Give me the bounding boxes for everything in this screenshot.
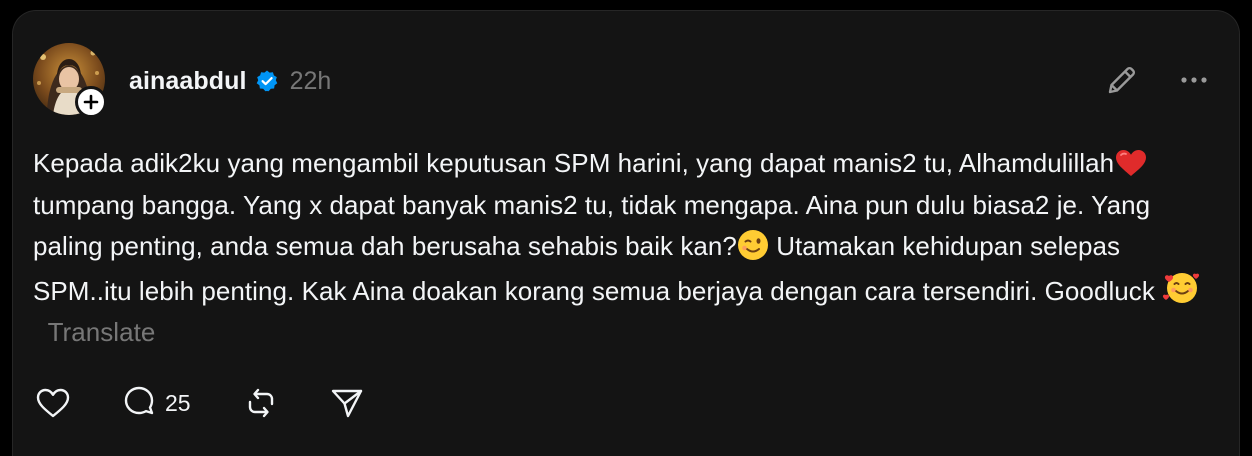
repost-icon [248, 388, 273, 418]
pencil-icon [1108, 66, 1136, 94]
post-actions-bar: 25 [33, 383, 367, 423]
follow-button[interactable] [75, 86, 107, 118]
post-text-part-1: Kepada adik2ku yang mengambil keputusan … [33, 148, 1115, 178]
verified-badge-icon [256, 70, 277, 92]
wink-emoji-icon [737, 230, 768, 260]
smiling-face-with-hearts-emoji-icon [1163, 272, 1200, 303]
like-button[interactable] [33, 383, 73, 423]
plus-icon [83, 94, 99, 110]
send-icon [331, 389, 362, 418]
post-body: Kepada adik2ku yang mengambil keputusan … [33, 143, 1223, 354]
thread-post-card: ainaabdul 22h Kepada adik2ku yang mengam… [12, 10, 1240, 456]
avatar-container [33, 43, 107, 118]
reply-count: 25 [165, 389, 191, 416]
translate-link[interactable]: Translate [48, 317, 156, 347]
heart-emoji-icon [1116, 150, 1147, 176]
more-options-button[interactable] [1179, 67, 1209, 93]
post-header: ainaabdul 22h [129, 65, 331, 97]
repost-button[interactable] [241, 383, 281, 423]
share-button[interactable] [327, 383, 367, 423]
more-dots-icon [1181, 77, 1207, 83]
edit-button[interactable] [1105, 63, 1139, 97]
reply-button[interactable]: 25 [119, 383, 191, 423]
post-timestamp: 22h [289, 66, 332, 95]
speech-bubble-icon [124, 386, 154, 415]
heart-outline-icon [36, 388, 70, 418]
username[interactable]: ainaabdul [129, 67, 247, 96]
